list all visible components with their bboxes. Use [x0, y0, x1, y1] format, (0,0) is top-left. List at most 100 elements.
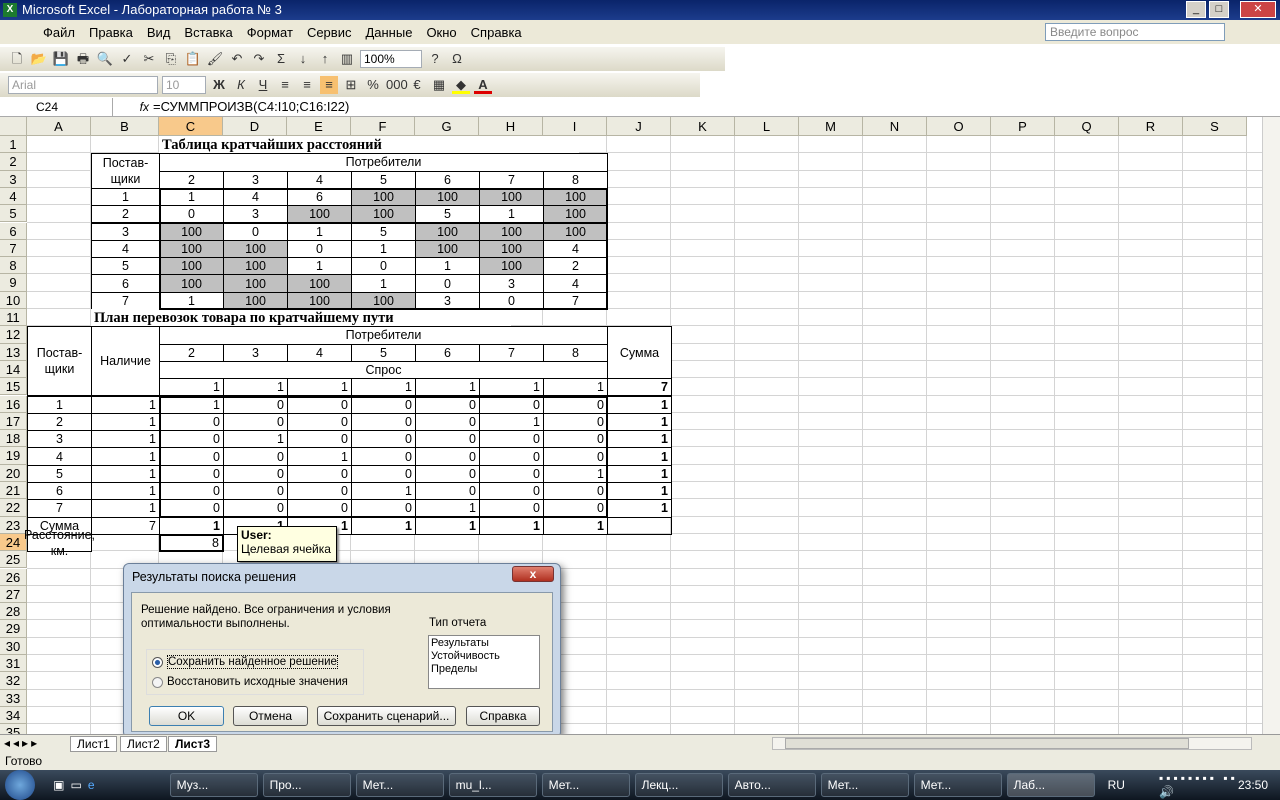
- zoom-select[interactable]: 100%: [360, 50, 422, 68]
- cell-C16[interactable]: 1: [159, 395, 224, 414]
- row-header-25[interactable]: 25: [0, 551, 27, 569]
- font-select[interactable]: Arial: [8, 76, 158, 94]
- cell-F15[interactable]: 1: [351, 378, 416, 397]
- row-header-22[interactable]: 22: [0, 499, 27, 517]
- row-header-24[interactable]: 24: [0, 533, 27, 552]
- cell-A16[interactable]: 1: [27, 395, 92, 414]
- row-header-11[interactable]: 11: [0, 309, 27, 327]
- menu-insert[interactable]: Вставка: [177, 25, 239, 40]
- merge-icon[interactable]: ⊞: [342, 76, 360, 94]
- cell-G9[interactable]: 0: [415, 274, 480, 293]
- row-header-33[interactable]: 33: [0, 689, 27, 707]
- taskbar-item[interactable]: Мет...: [913, 773, 1002, 797]
- cell-C4[interactable]: 1: [159, 187, 224, 207]
- cell-C6[interactable]: 100: [159, 222, 224, 241]
- menu-file[interactable]: Файл: [36, 25, 82, 40]
- cell-C7[interactable]: 100: [159, 239, 224, 259]
- cell-I19[interactable]: 0: [543, 447, 608, 466]
- ok-button[interactable]: OK: [149, 706, 224, 726]
- cell-I22[interactable]: 0: [543, 499, 608, 518]
- vertical-scrollbar[interactable]: [1262, 117, 1280, 734]
- cell-D17[interactable]: 0: [223, 412, 288, 432]
- cell-F9[interactable]: 1: [351, 274, 416, 293]
- cell-E3[interactable]: 4: [287, 170, 352, 189]
- paste-icon[interactable]: 📋: [184, 50, 202, 68]
- cell-H3[interactable]: 7: [479, 170, 544, 189]
- row-header-30[interactable]: 30: [0, 637, 27, 655]
- cell-H9[interactable]: 3: [479, 274, 544, 293]
- cell-C23[interactable]: 1: [159, 516, 224, 535]
- cell-C8[interactable]: 100: [159, 257, 224, 276]
- cell-D19[interactable]: 0: [223, 447, 288, 466]
- cell-B5[interactable]: 2: [91, 205, 160, 224]
- cell-C13[interactable]: 2: [159, 343, 224, 362]
- print-icon[interactable]: 🖶: [74, 50, 92, 68]
- cell-B21[interactable]: 1: [91, 482, 160, 501]
- cell-A19[interactable]: 4: [27, 447, 92, 466]
- cell-H4[interactable]: 100: [479, 187, 544, 207]
- cell-F17[interactable]: 0: [351, 412, 416, 432]
- font-size-select[interactable]: 10: [162, 76, 206, 94]
- cell-C20[interactable]: 0: [159, 464, 224, 483]
- euro-icon[interactable]: €: [408, 76, 426, 94]
- tab-sheet3[interactable]: Лист3: [168, 736, 218, 752]
- cell-I16[interactable]: 0: [543, 395, 608, 414]
- horizontal-scroll-thumb[interactable]: [785, 738, 1189, 749]
- cell-D22[interactable]: 0: [223, 499, 288, 518]
- cell-D21[interactable]: 0: [223, 482, 288, 501]
- taskbar-item[interactable]: Мет...: [541, 773, 630, 797]
- cell-A24[interactable]: Расстояние, км.: [24, 528, 95, 558]
- row-header-14[interactable]: 14: [0, 360, 27, 379]
- cell-C9[interactable]: 100: [159, 274, 224, 293]
- cell-H19[interactable]: 0: [479, 447, 544, 466]
- row-header-7[interactable]: 7: [0, 239, 27, 258]
- cell-I9[interactable]: 4: [543, 274, 608, 293]
- column-header-E[interactable]: E: [287, 117, 351, 136]
- cell-I7[interactable]: 4: [543, 239, 608, 259]
- cell-G23[interactable]: 1: [415, 516, 480, 535]
- cell-D15[interactable]: 1: [223, 378, 288, 397]
- cell-G4[interactable]: 100: [415, 187, 480, 207]
- column-header-O[interactable]: O: [927, 117, 991, 136]
- menu-data[interactable]: Данные: [358, 25, 419, 40]
- row-header-29[interactable]: 29: [0, 620, 27, 638]
- cell-B12[interactable]: Наличие: [91, 326, 160, 397]
- menu-tools[interactable]: Сервис: [300, 25, 359, 40]
- show-desktop-icon[interactable]: ▣: [53, 778, 64, 792]
- cell-H22[interactable]: 0: [479, 499, 544, 518]
- cell-D5[interactable]: 3: [223, 205, 288, 224]
- start-button[interactable]: [0, 770, 39, 800]
- cell-H21[interactable]: 0: [479, 482, 544, 501]
- cell-F7[interactable]: 1: [351, 239, 416, 259]
- restore-values-radio[interactable]: Восстановить исходные значения: [152, 676, 348, 688]
- menu-view[interactable]: Вид: [140, 25, 178, 40]
- name-box[interactable]: C24: [0, 97, 113, 116]
- cell-B16[interactable]: 1: [91, 395, 160, 414]
- tray-icons[interactable]: ▪▪▪▪▪▪▪▪ ▪▪🔊: [1159, 771, 1238, 799]
- cell-H17[interactable]: 1: [479, 412, 544, 432]
- cell-D20[interactable]: 0: [223, 464, 288, 483]
- borders-icon[interactable]: ▦: [430, 76, 448, 94]
- cell-H10[interactable]: 0: [479, 291, 544, 310]
- cell-G13[interactable]: 6: [415, 343, 480, 362]
- cell-I17[interactable]: 0: [543, 412, 608, 432]
- cell-D9[interactable]: 100: [223, 274, 288, 293]
- cell-B9[interactable]: 6: [91, 274, 160, 293]
- row-header-31[interactable]: 31: [0, 655, 27, 673]
- cell-E10[interactable]: 100: [287, 291, 352, 310]
- keep-solution-radio[interactable]: Сохранить найденное решение: [152, 655, 338, 669]
- column-header-R[interactable]: R: [1119, 117, 1183, 136]
- cell-G16[interactable]: 0: [415, 395, 480, 414]
- percent-icon[interactable]: %: [364, 76, 382, 94]
- cell-J19[interactable]: 1: [607, 447, 672, 466]
- cell-E7[interactable]: 0: [287, 239, 352, 259]
- column-header-D[interactable]: D: [223, 117, 287, 136]
- omega-icon[interactable]: Ω: [448, 50, 466, 68]
- report-item-sensitivity[interactable]: Устойчивость: [431, 650, 537, 663]
- cell-G5[interactable]: 5: [415, 205, 480, 224]
- cell-E15[interactable]: 1: [287, 378, 352, 397]
- taskbar-item[interactable]: Мет...: [820, 773, 909, 797]
- sort-desc-icon[interactable]: ↑: [316, 50, 334, 68]
- underline-icon[interactable]: Ч: [254, 76, 272, 94]
- row-header-3[interactable]: 3: [0, 170, 27, 188]
